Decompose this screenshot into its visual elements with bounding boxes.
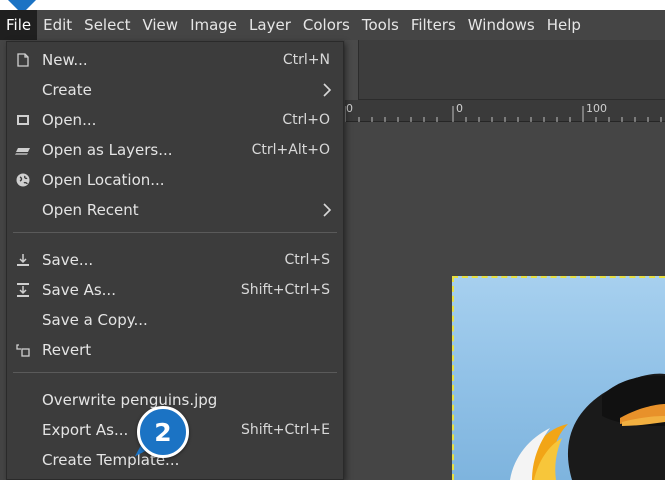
- chevron-right-icon: [321, 82, 333, 98]
- penguin-illustration: [510, 373, 665, 480]
- penguin-image[interactable]: [452, 276, 665, 480]
- menu-item-label: Export As...: [42, 421, 129, 439]
- menu-item-save-a-copy[interactable]: Save a Copy...: [7, 305, 343, 335]
- menu-item-shortcut: Ctrl+S: [284, 252, 330, 268]
- menu-view[interactable]: View: [136, 10, 184, 40]
- menu-item-label: Save...: [42, 251, 94, 269]
- menu-item-shortcut: Shift+Ctrl+E: [240, 422, 330, 438]
- menu-item-open-as-layers[interactable]: Open as Layers... Ctrl+Alt+O: [7, 135, 343, 165]
- menu-item-label: Revert: [42, 341, 92, 359]
- menu-separator: [13, 372, 337, 373]
- menu-item-save-as[interactable]: Save As... Shift+Ctrl+S: [7, 275, 343, 305]
- menu-edit[interactable]: Edit: [37, 10, 78, 40]
- menu-item-open-recent[interactable]: Open Recent: [7, 195, 343, 225]
- chevron-right-icon: [321, 202, 333, 218]
- menu-item-label: Overwrite penguins.jpg: [42, 391, 218, 409]
- menu-item-create[interactable]: Create: [7, 75, 343, 105]
- menu-item-label: Open as Layers...: [42, 141, 173, 159]
- globe-icon: [15, 172, 31, 188]
- menu-colors[interactable]: Colors: [297, 10, 356, 40]
- menu-file[interactable]: File: [0, 10, 38, 40]
- menu-layer[interactable]: Layer: [243, 10, 297, 40]
- menu-tools[interactable]: Tools: [356, 10, 405, 40]
- open-image-icon: [15, 112, 31, 128]
- ruler-label-hundred: 100: [586, 102, 607, 115]
- menu-item-shortcut: Shift+Ctrl+S: [240, 282, 330, 298]
- menu-item-shortcut: Ctrl+O: [282, 112, 330, 128]
- menu-separator: [13, 232, 337, 233]
- menu-item-revert[interactable]: Revert: [7, 335, 343, 365]
- menu-item-label: Create: [42, 81, 92, 99]
- horizontal-ruler[interactable]: 0 0 100: [345, 100, 665, 122]
- menu-item-open[interactable]: Open... Ctrl+O: [7, 105, 343, 135]
- menu-item-label: Save a Copy...: [42, 311, 148, 329]
- menu-select[interactable]: Select: [78, 10, 136, 40]
- layers-icon: [15, 142, 31, 158]
- top-strip: [0, 0, 665, 10]
- ruler-ticks: [345, 106, 662, 122]
- image-tab[interactable]: [345, 40, 359, 100]
- menu-item-new[interactable]: New... Ctrl+N: [7, 45, 343, 75]
- menu-item-open-location[interactable]: Open Location...: [7, 165, 343, 195]
- menu-item-label: New...: [42, 51, 88, 69]
- menu-item-save[interactable]: Save... Ctrl+S: [7, 245, 343, 275]
- menu-item-label: Open...: [42, 111, 97, 129]
- new-file-icon: [15, 52, 31, 68]
- menu-item-label: Open Location...: [42, 171, 165, 189]
- menu-item-label: Open Recent: [42, 201, 139, 219]
- menu-item-label: Save As...: [42, 281, 116, 299]
- menubar: File Edit Select View Image Layer Colors…: [0, 10, 665, 40]
- menu-windows[interactable]: Windows: [462, 10, 541, 40]
- menu-item-shortcut: Ctrl+N: [282, 52, 330, 68]
- image-tab-strip: [345, 40, 665, 100]
- menu-item-shortcut: Ctrl+Alt+O: [251, 142, 330, 158]
- callout-badge: 2: [137, 406, 189, 458]
- revert-icon: [15, 342, 31, 358]
- menu-help[interactable]: Help: [541, 10, 587, 40]
- menu-filters[interactable]: Filters: [405, 10, 462, 40]
- save-as-icon: [15, 282, 31, 298]
- menu-image[interactable]: Image: [184, 10, 243, 40]
- save-icon: [15, 252, 31, 268]
- ruler-label-zero: 0: [456, 102, 463, 115]
- ruler-label-left: 0: [346, 102, 353, 115]
